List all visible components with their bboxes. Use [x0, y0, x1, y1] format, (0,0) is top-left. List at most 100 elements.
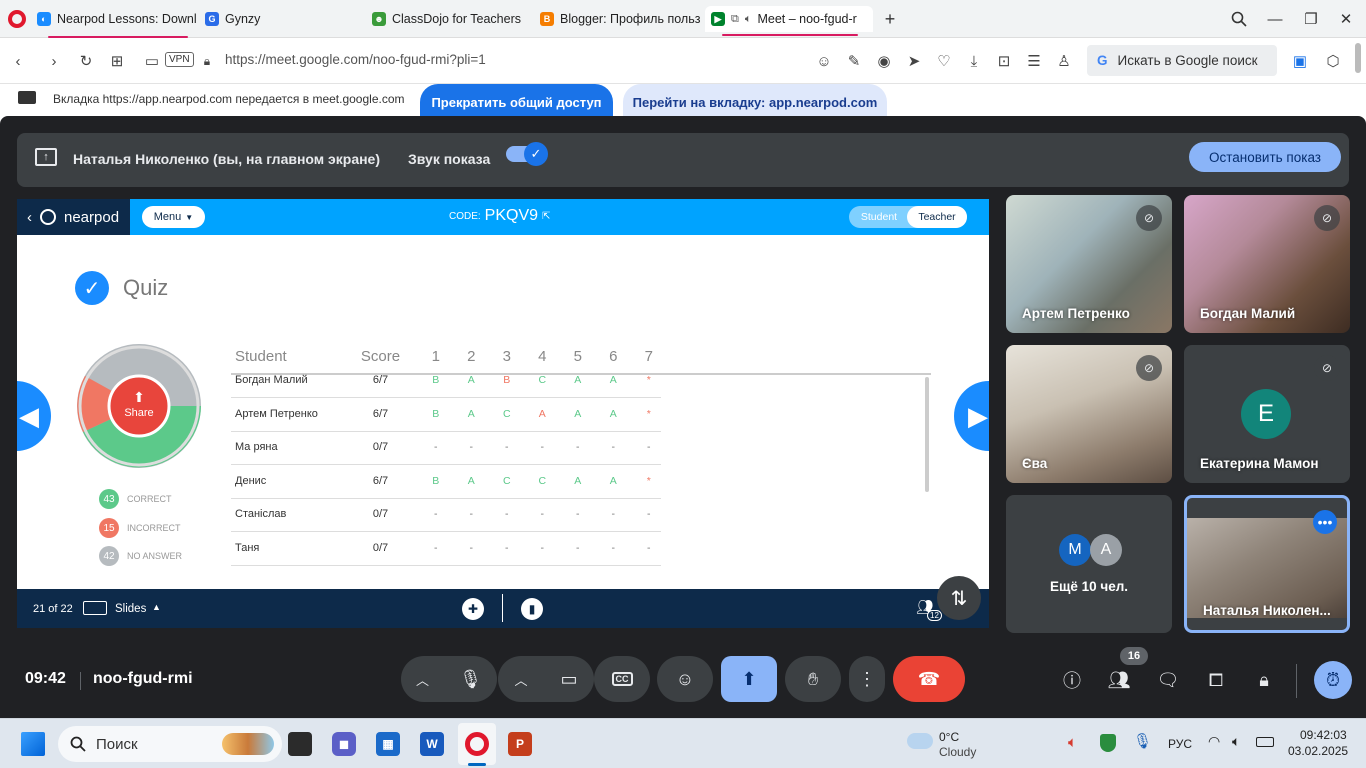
tab-meet[interactable]: ▶ ⧉ 🔈︎ Meet – noo-fgud-r — [705, 6, 873, 32]
tab-nearpod[interactable]: ◐ Nearpod Lessons: Downlo — [37, 6, 197, 32]
tabs-grid-icon[interactable]: ⊞ — [107, 51, 127, 71]
activities-icon[interactable]: ⧠ — [1203, 667, 1229, 693]
easy-setup-icon[interactable]: ☰ — [1024, 51, 1044, 71]
speaker-icon[interactable]: 🔈︎ — [745, 13, 752, 26]
close-window-icon[interactable]: ✕ — [1335, 8, 1357, 30]
edit-icon[interactable]: ✎ — [844, 51, 864, 71]
slides-label[interactable]: Slides — [115, 603, 146, 615]
stop-sharing-button[interactable]: Прекратить общий доступ — [420, 84, 613, 120]
opera-logo-icon[interactable] — [8, 10, 26, 28]
chevron-up-icon[interactable]: ︿ — [416, 670, 429, 689]
opera-icon[interactable] — [465, 732, 489, 756]
info-icon[interactable]: ⓘ — [1059, 667, 1085, 693]
mic-icon[interactable]: 🎙︎ — [459, 669, 482, 690]
battery-icon[interactable] — [1256, 737, 1274, 747]
raise-hand-button[interactable]: ✋︎ — [785, 656, 841, 702]
slides-icon[interactable] — [83, 601, 107, 615]
scrollbar[interactable] — [1355, 43, 1361, 73]
microphone-icon[interactable]: 🎙︎ — [1133, 732, 1152, 750]
chevron-up-icon[interactable]: ︿ — [514, 670, 527, 689]
answer-cell: B — [432, 374, 440, 386]
camera-icon[interactable]: ▭ — [142, 51, 162, 71]
clock-time[interactable]: 09:42:03 — [1300, 728, 1347, 742]
tab-blogger[interactable]: B Blogger: Профиль пользо — [540, 6, 700, 32]
weather-desc[interactable]: Cloudy — [939, 745, 976, 759]
participant-tile[interactable]: ⊘ Артем Петренко — [1006, 195, 1172, 333]
new-tab-plus-icon[interactable]: + — [879, 8, 901, 30]
weather-temp[interactable]: 0°C — [939, 730, 959, 744]
snapshot-icon[interactable]: ◉ — [874, 51, 894, 71]
caret-up-icon[interactable]: ▲ — [152, 602, 161, 612]
url-field[interactable]: https://meet.google.com/noo-fgud-rmi?pli… — [225, 52, 486, 67]
word-icon[interactable]: W — [420, 732, 444, 756]
more-participants-tile[interactable]: M A Ещё 10 чел. — [1006, 495, 1172, 633]
lock-icon[interactable]: 🔒︎ — [197, 51, 217, 71]
windows-start-icon[interactable] — [21, 732, 45, 756]
heart-icon[interactable]: ♡ — [934, 51, 954, 71]
minimize-icon[interactable]: — — [1264, 8, 1286, 30]
store-icon[interactable]: ▦ — [376, 732, 400, 756]
google-search-input[interactable]: G Искать в Google поиск — [1087, 45, 1277, 76]
stop-presenting-button[interactable]: Остановить показ — [1189, 142, 1341, 172]
profile-icon[interactable]: ♙ — [1054, 51, 1074, 71]
emoji-icon[interactable]: ☺ — [814, 51, 834, 71]
cube-icon[interactable]: ⬡ — [1323, 51, 1343, 71]
sound-toggle[interactable]: ✓ — [506, 142, 548, 166]
speaker-icon[interactable]: 🔈︎ — [1232, 733, 1240, 750]
puzzle-icon[interactable]: ✚ — [462, 598, 484, 620]
clock-date[interactable]: 03.02.2025 — [1288, 744, 1348, 758]
participant-tile[interactable]: ⊘ Богдан Малий — [1184, 195, 1350, 333]
participant-tile[interactable]: ⊘ E Екатерина Мамон — [1184, 345, 1350, 483]
next-slide-button[interactable]: ▶ — [954, 381, 989, 451]
back-chevron-icon[interactable]: ‹ — [27, 209, 32, 226]
vpn-badge[interactable]: VPN — [165, 52, 194, 67]
language-indicator[interactable]: РУС — [1168, 737, 1192, 751]
chat-icon[interactable]: 🗨︎ — [1155, 667, 1181, 693]
volume-warning-icon[interactable]: 🔈︎ — [1068, 734, 1077, 751]
tab-classdojo[interactable]: ☻ ClassDojo for Teachers — [372, 6, 532, 32]
back-icon[interactable]: ‹ — [8, 51, 28, 71]
host-controls-icon[interactable]: 🔒︎ — [1251, 667, 1277, 693]
table-scrollbar[interactable] — [925, 377, 929, 492]
tab-gynzy[interactable]: G Gynzy — [205, 6, 365, 32]
tab-search-icon[interactable] — [1228, 8, 1250, 30]
maximize-icon[interactable]: ❐ — [1300, 8, 1322, 30]
more-options-button[interactable]: ⋮ — [849, 656, 885, 702]
external-link-icon[interactable]: ⇱ — [542, 211, 550, 222]
captions-button[interactable]: CC — [594, 656, 650, 702]
more-options-icon[interactable]: ••• — [1313, 510, 1337, 534]
defender-icon[interactable] — [1100, 734, 1116, 752]
sidebar-icon[interactable]: ▣ — [1290, 51, 1310, 71]
forward-icon[interactable]: › — [44, 51, 64, 71]
meet-app-icon[interactable]: ◼ — [332, 732, 356, 756]
taskbar-search-input[interactable]: Поиск — [58, 726, 282, 762]
reactions-button[interactable]: ☺ — [657, 656, 713, 702]
task-view-icon[interactable] — [288, 732, 312, 756]
teacher-option[interactable]: Teacher — [907, 206, 967, 228]
people-icon[interactable]: 👥︎ — [1106, 667, 1132, 693]
download-icon[interactable]: ⤓ — [964, 51, 984, 71]
timer-icon[interactable]: ⏰︎ — [1314, 661, 1352, 699]
self-tile[interactable]: ••• Наталья Николен... — [1184, 495, 1350, 633]
expand-arrows-icon[interactable]: ⇅ — [937, 576, 981, 620]
leave-call-button[interactable]: ☎ — [893, 656, 965, 702]
bookmark-icon[interactable]: ▮ — [521, 598, 543, 620]
camera-button[interactable]: ︿ ▭ — [498, 656, 594, 702]
extensions-icon[interactable]: ⊡ — [994, 51, 1014, 71]
student-teacher-toggle[interactable]: Student Teacher — [849, 206, 967, 228]
menu-button[interactable]: Menu ▼ — [142, 206, 205, 228]
present-button[interactable]: ⬆ — [721, 656, 777, 702]
mic-button[interactable]: ︿ 🎙︎ — [401, 656, 497, 702]
go-to-tab-button[interactable]: Перейти на вкладку: app.nearpod.com — [623, 84, 887, 120]
participant-tile[interactable]: ⊘ Єва — [1006, 345, 1172, 483]
nearpod-logo[interactable]: ‹ nearpod — [17, 199, 130, 235]
send-icon[interactable]: ➤ — [904, 51, 924, 71]
share-button[interactable] — [107, 374, 171, 438]
student-option[interactable]: Student — [849, 206, 909, 228]
reload-icon[interactable]: ↻ — [76, 51, 96, 71]
wifi-icon[interactable]: ◠ — [1208, 733, 1220, 750]
legend-correct: 43 CORRECT — [99, 489, 172, 509]
prev-slide-button[interactable]: ◀ — [17, 381, 51, 451]
powerpoint-icon[interactable]: P — [508, 732, 532, 756]
video-camera-icon[interactable]: ▭ — [560, 669, 577, 690]
